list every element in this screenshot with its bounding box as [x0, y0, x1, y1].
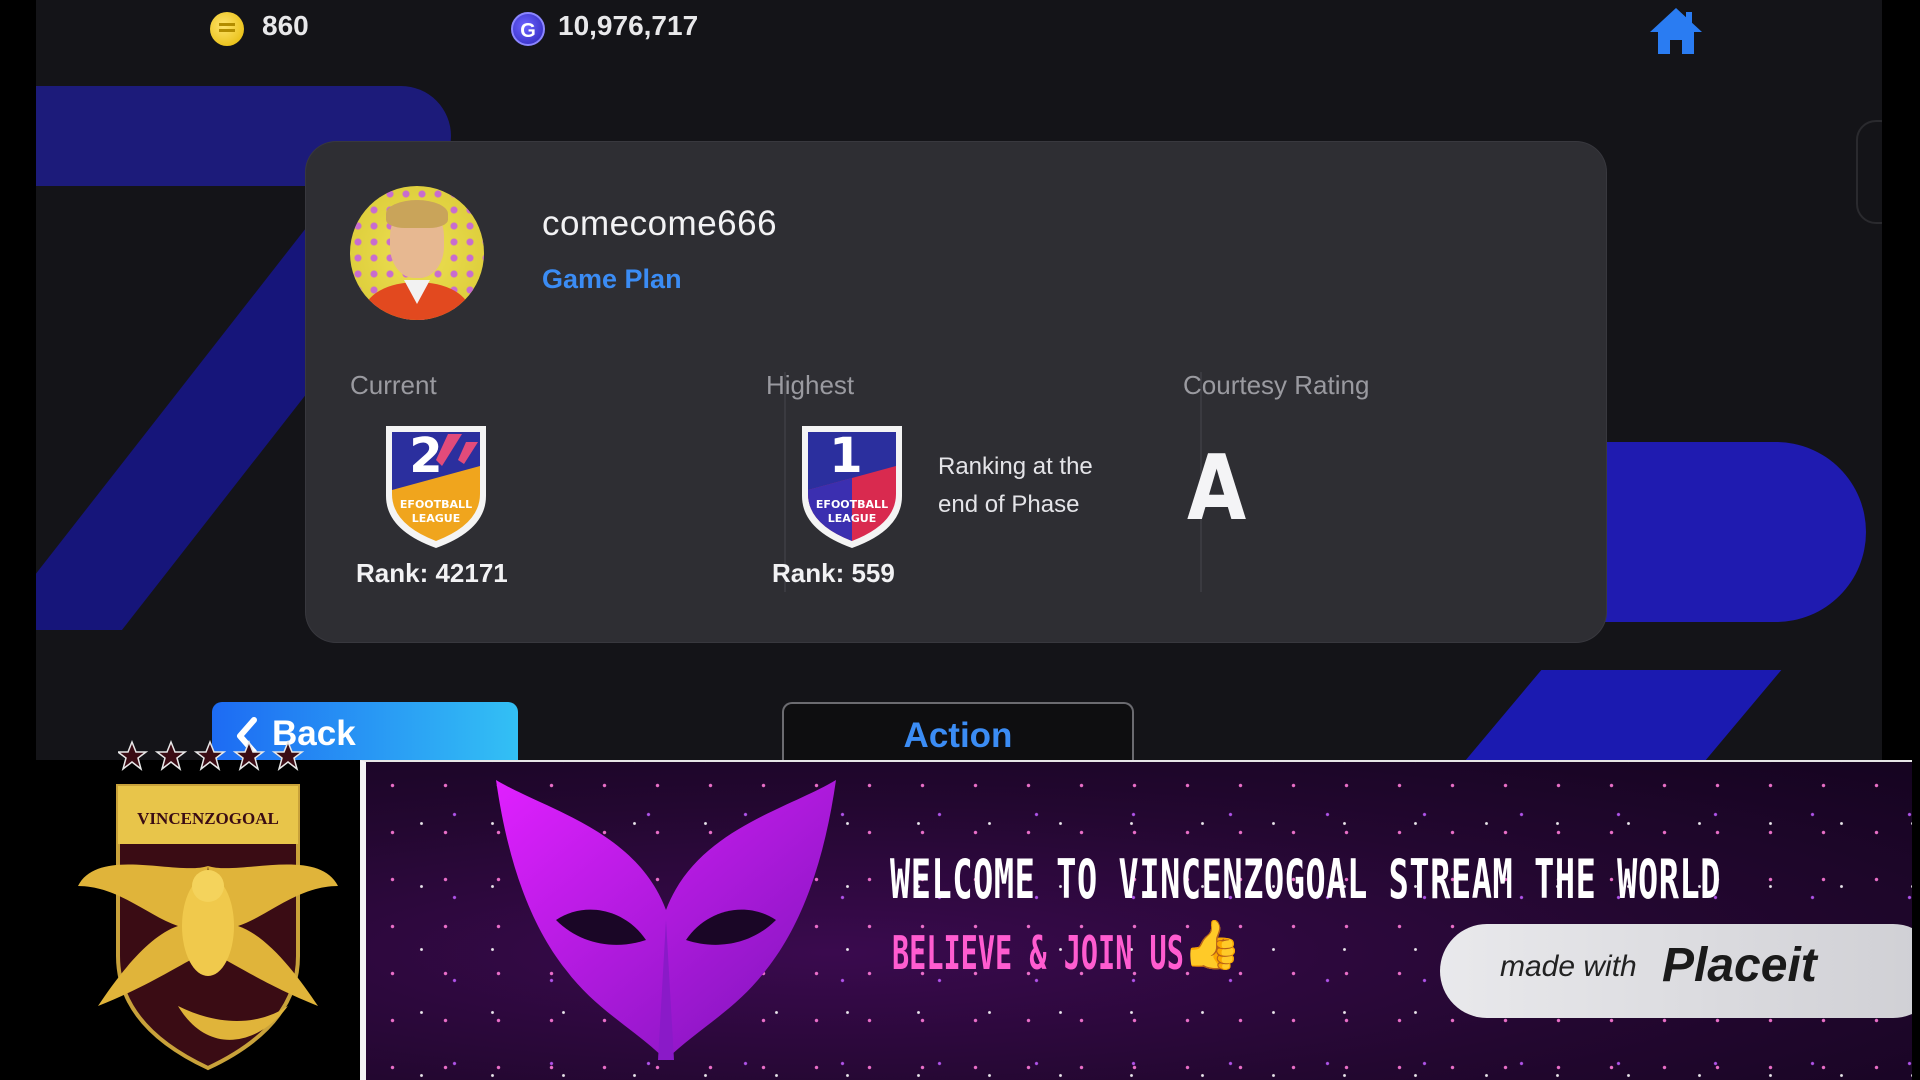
highest-rank: Rank: 559: [772, 558, 895, 588]
action-button-label: Action: [903, 716, 1013, 755]
svg-text:LEAGUE: LEAGUE: [828, 512, 877, 525]
eagle-shield-icon: VINCENZOGOAL: [78, 784, 338, 1071]
courtesy-label: Courtesy Rating: [1183, 370, 1370, 400]
coin-icon: [210, 12, 244, 46]
badge-division-number: 1: [829, 428, 862, 484]
highest-rank-section: Highest 1 EFOOTBALL LEAGUE Ranking at th…: [766, 370, 1138, 600]
avatar[interactable]: [350, 186, 484, 320]
background-stripe: [1566, 442, 1866, 622]
highest-label: Highest: [766, 370, 855, 400]
gp-balance: 10,976,717: [558, 10, 699, 41]
background-stripe: [1440, 670, 1782, 760]
channel-logo: VINCENZOGOAL: [0, 740, 360, 1080]
game-area: 860 G 10,976,717 comecome666 Game Plan C…: [36, 0, 1882, 760]
ranking-note: Ranking at the end of Phase: [938, 448, 1138, 524]
svg-text:VINCENZOGOAL: VINCENZOGOAL: [137, 809, 279, 828]
believe-text: BELIEVE & JOIN US: [892, 926, 1184, 980]
profile-card: comecome666 Game Plan Current 2 EFOOTBAL…: [306, 142, 1606, 642]
welcome-text: WELCOME TO VINCENZOGOAL STREAM THE WORLD: [890, 848, 1722, 911]
thumbs-up-icon: 👍: [1182, 919, 1242, 972]
watermark-brand: Placeit: [1662, 939, 1817, 992]
gp-icon: G: [511, 12, 545, 46]
screen: 860 G 10,976,717 comecome666 Game Plan C…: [0, 0, 1920, 1080]
ranking-note-line2: end of Phase: [938, 491, 1080, 518]
courtesy-rating-section: Courtesy Rating A: [1183, 370, 1563, 600]
username: comecome666: [542, 204, 778, 243]
currency-bar: 860 G 10,976,717: [36, 0, 1882, 60]
action-button[interactable]: Action: [782, 702, 1134, 760]
division-1-badge-icon: 1 EFOOTBALL LEAGUE: [802, 426, 902, 548]
game-plan-link[interactable]: Game Plan: [542, 264, 682, 295]
stars-icon: [118, 740, 305, 771]
home-icon[interactable]: [1648, 6, 1704, 56]
current-rank: Rank: 42171: [356, 558, 508, 588]
mask-icon: [496, 780, 836, 1060]
coin-balance: 860: [262, 10, 309, 41]
division-2-badge-icon: 2 EFOOTBALL LEAGUE: [386, 426, 486, 548]
svg-text:EFOOTBALL: EFOOTBALL: [400, 498, 472, 511]
courtesy-grade: A: [1187, 436, 1247, 541]
badge-division-number: 2: [409, 428, 442, 484]
svg-text:LEAGUE: LEAGUE: [412, 512, 461, 525]
watermark-badge: made with Placeit: [1440, 924, 1912, 1018]
stream-banner: WELCOME TO VINCENZOGOAL STREAM THE WORLD…: [360, 760, 1912, 1080]
ranking-note-line1: Ranking at the: [938, 453, 1093, 480]
watermark-made-with: made with: [1500, 950, 1637, 983]
svg-text:EFOOTBALL: EFOOTBALL: [816, 498, 888, 511]
current-label: Current: [350, 370, 437, 400]
current-rank-section: Current 2 EFOOTBALL LEAGUE Rank: 42171: [350, 370, 722, 600]
side-handle[interactable]: [1856, 120, 1882, 224]
